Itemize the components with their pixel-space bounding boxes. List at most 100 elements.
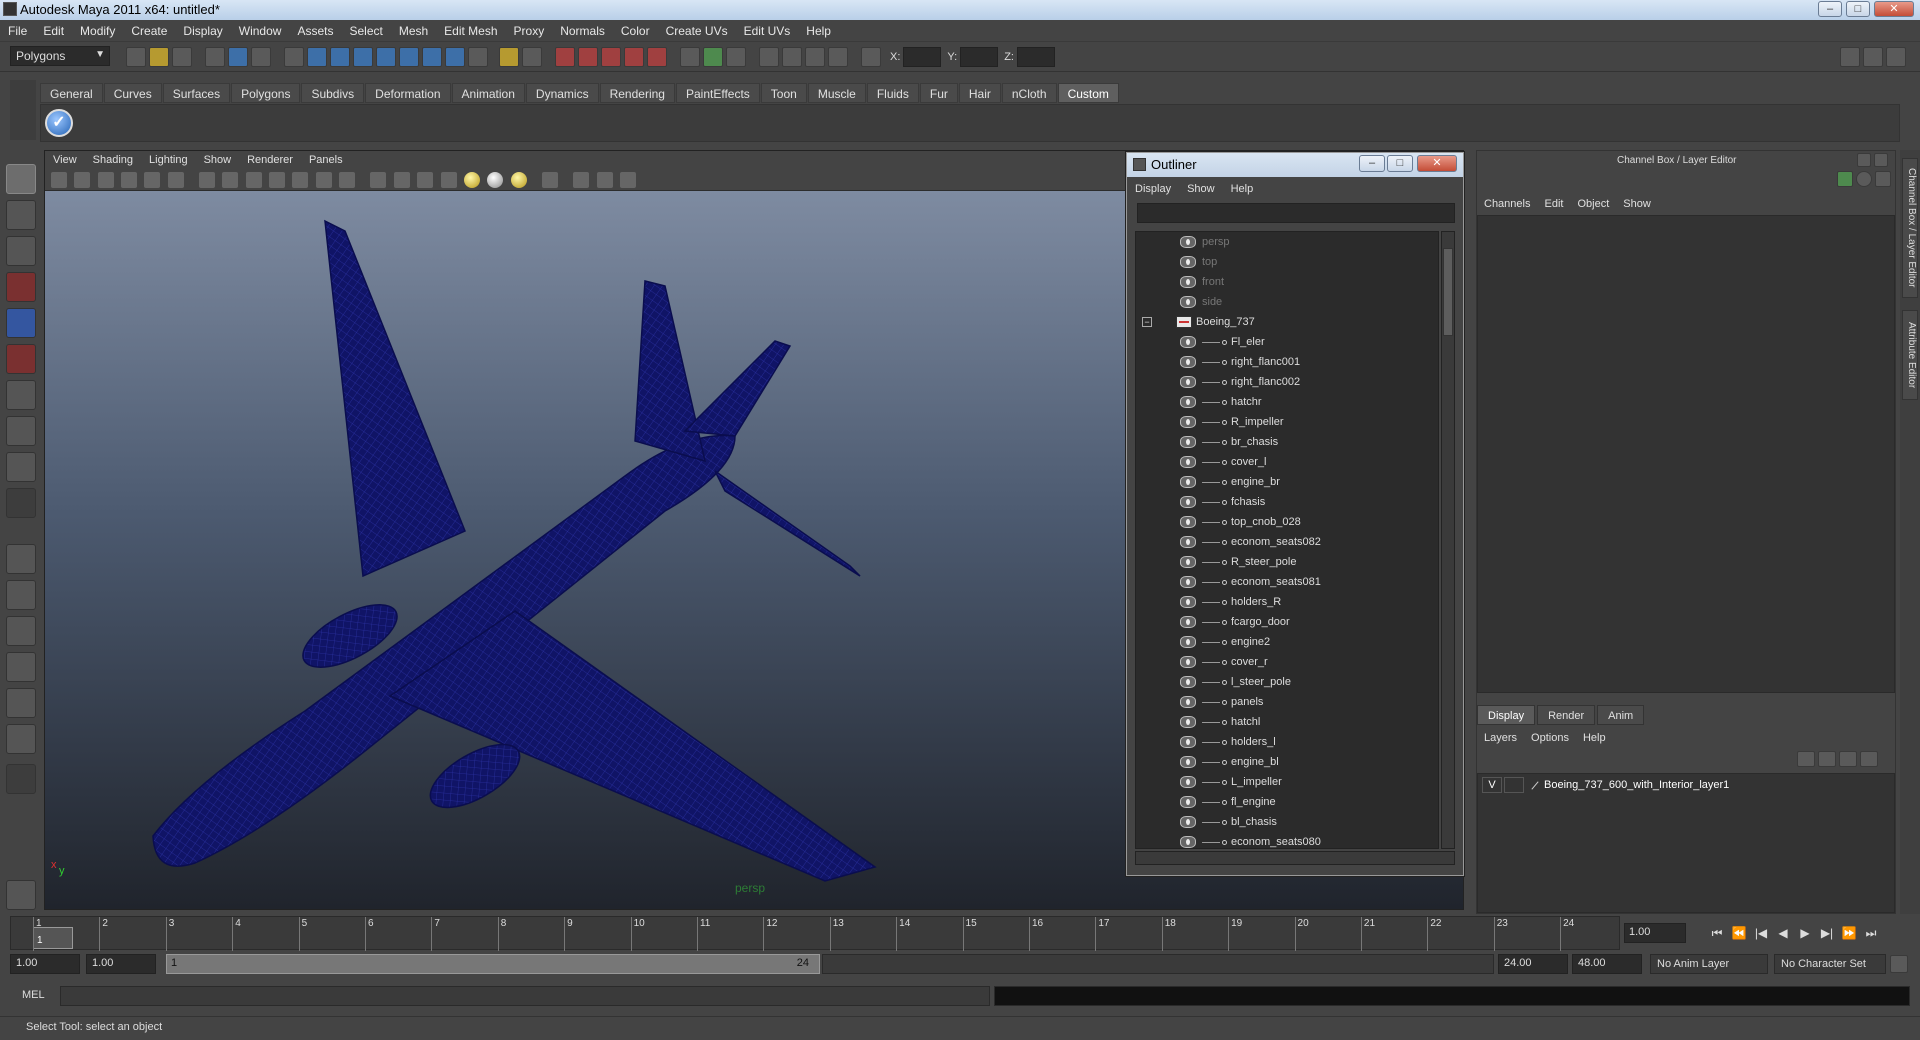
outliner-item[interactable]: l_steer_pole (1136, 672, 1438, 692)
default-light-icon[interactable] (463, 172, 480, 188)
move-layer-up-icon[interactable] (1797, 751, 1815, 767)
outliner-item[interactable]: hatchr (1136, 392, 1438, 412)
select-dynamics-icon[interactable] (399, 47, 419, 67)
move-layer-down-icon[interactable] (1818, 751, 1836, 767)
mel-label[interactable]: MEL (10, 986, 56, 1006)
layout-options-icon[interactable] (6, 764, 36, 794)
select-hierarchy-icon[interactable] (205, 47, 225, 67)
playback-start-field[interactable]: 1.00 (86, 954, 156, 974)
universal-manipulator-icon[interactable] (6, 380, 36, 410)
lasso-tool-icon[interactable] (6, 200, 36, 230)
animation-start-field[interactable]: 1.00 (10, 954, 80, 974)
shelf-tab-dynamics[interactable]: Dynamics (525, 83, 599, 103)
z-field[interactable] (1016, 47, 1055, 67)
outliner-group-boeing-737[interactable]: − Boeing_737 (1136, 312, 1438, 332)
close-panel-icon[interactable] (1874, 153, 1888, 167)
safe-action-icon[interactable] (315, 172, 332, 188)
layer-row[interactable]: V Boeing_737_600_with_Interior_layer1 (1482, 776, 1729, 794)
tab-display[interactable]: Display (1477, 705, 1536, 725)
viewport-menu-show[interactable]: Show (196, 151, 240, 169)
character-set-dropdown[interactable]: No Character Set (1774, 954, 1886, 974)
shelf-options[interactable] (10, 80, 36, 140)
outliner-item[interactable]: br_chasis (1136, 432, 1438, 452)
output-ops-icon[interactable] (703, 47, 723, 67)
scale-tool-icon[interactable] (6, 344, 36, 374)
camera-attributes-icon[interactable] (74, 172, 91, 188)
outliner-horizontal-scrollbar[interactable] (1135, 851, 1455, 865)
outliner-search-field[interactable] (1137, 203, 1455, 223)
toggle-tool-settings-icon[interactable] (1863, 47, 1883, 67)
current-frame-field[interactable]: 1.00 (1624, 923, 1686, 943)
isolate-select-icon[interactable] (541, 172, 558, 188)
side-tab-channel-box[interactable]: Channel Box / Layer Editor (1902, 158, 1918, 298)
outliner-item[interactable]: top_cnob_028 (1136, 512, 1438, 532)
viewport-menu-panels[interactable]: Panels (301, 151, 351, 169)
menu-edit[interactable]: Edit (35, 20, 72, 42)
outliner-camera-persp[interactable]: persp (1136, 232, 1438, 252)
checkmark-shelf-icon[interactable]: ✓ (45, 109, 73, 137)
hyper-icon[interactable] (1875, 171, 1891, 187)
channel-menu-channels[interactable]: Channels (1477, 195, 1537, 213)
outliner-item[interactable]: bl_chasis (1136, 812, 1438, 832)
outliner-item[interactable]: econom_seats082 (1136, 532, 1438, 552)
outliner-item[interactable]: fcargo_door (1136, 612, 1438, 632)
outliner-item[interactable]: holders_l (1136, 732, 1438, 752)
menu-window[interactable]: Window (231, 20, 290, 42)
open-scene-icon[interactable] (149, 47, 169, 67)
go-to-start-icon[interactable]: ⏮ (1706, 923, 1728, 943)
shelf-tab-rendering[interactable]: Rendering (599, 83, 675, 103)
field-chart-icon[interactable] (292, 172, 309, 188)
new-empty-layer-icon[interactable] (1839, 751, 1857, 767)
layer-menu-help[interactable]: Help (1576, 729, 1613, 747)
tab-anim[interactable]: Anim (1597, 705, 1645, 725)
outliner-item[interactable]: Fl_eler (1136, 332, 1438, 352)
settings-icon[interactable] (6, 880, 36, 910)
select-tool-icon[interactable] (6, 164, 36, 194)
select-surfaces-icon[interactable] (353, 47, 373, 67)
shadows-icon[interactable] (510, 172, 527, 188)
snap-point-icon[interactable] (601, 47, 621, 67)
shelf-tab-fluids[interactable]: Fluids (866, 83, 919, 103)
save-scene-icon[interactable] (172, 47, 192, 67)
channel-menu-object[interactable]: Object (1570, 195, 1616, 213)
ipr-render-icon[interactable] (805, 47, 825, 67)
all-lights-icon[interactable] (487, 172, 504, 188)
range-track[interactable] (822, 954, 1494, 974)
shelf-tab-deformation[interactable]: Deformation (365, 83, 451, 103)
menu-help[interactable]: Help (798, 20, 839, 42)
shelf-tab-muscle[interactable]: Muscle (807, 83, 866, 103)
anim-layer-dropdown[interactable]: No Anim Layer (1650, 954, 1768, 974)
hud-icon[interactable] (619, 172, 636, 188)
select-object-icon[interactable] (228, 47, 248, 67)
menu-modify[interactable]: Modify (72, 20, 123, 42)
shelf-tab-polygons[interactable]: Polygons (231, 83, 301, 103)
menu-normals[interactable]: Normals (552, 20, 613, 42)
outliner-title-bar[interactable]: Outliner – □ ✕ (1127, 153, 1463, 177)
outliner-item[interactable]: econom_seats080 (1136, 832, 1438, 848)
outliner-vertical-scrollbar[interactable] (1441, 231, 1455, 849)
menu-file[interactable]: File (0, 20, 35, 42)
toggle-attribute-editor-icon[interactable] (1840, 47, 1860, 67)
select-component-icon[interactable] (251, 47, 271, 67)
outliner-item[interactable]: holders_R (1136, 592, 1438, 612)
outliner-close-button[interactable]: ✕ (1417, 155, 1457, 172)
show-manipulator-icon[interactable] (6, 452, 36, 482)
outliner-item[interactable]: R_steer_pole (1136, 552, 1438, 572)
outliner-camera-top[interactable]: top (1136, 252, 1438, 272)
menu-display[interactable]: Display (175, 20, 230, 42)
shelf-tab-custom[interactable]: Custom (1057, 83, 1119, 103)
xray-icon[interactable] (573, 172, 590, 188)
y-field[interactable] (960, 47, 999, 67)
outliner-item[interactable]: engine_bl (1136, 752, 1438, 772)
step-back-key-icon[interactable]: ⏪ (1728, 923, 1750, 943)
render-view-icon[interactable] (759, 47, 779, 67)
select-misc-icon[interactable] (445, 47, 465, 67)
grid-icon[interactable] (199, 172, 216, 188)
shelf-tab-subdivs[interactable]: Subdivs (301, 83, 365, 103)
film-gate-icon[interactable] (222, 172, 239, 188)
speed-icon[interactable] (1856, 171, 1872, 187)
outliner-maximize-button[interactable]: □ (1387, 155, 1413, 172)
lock-selection-icon[interactable] (468, 47, 488, 67)
animation-end-field[interactable]: 48.00 (1572, 954, 1642, 974)
outliner-item[interactable]: right_flanc001 (1136, 352, 1438, 372)
